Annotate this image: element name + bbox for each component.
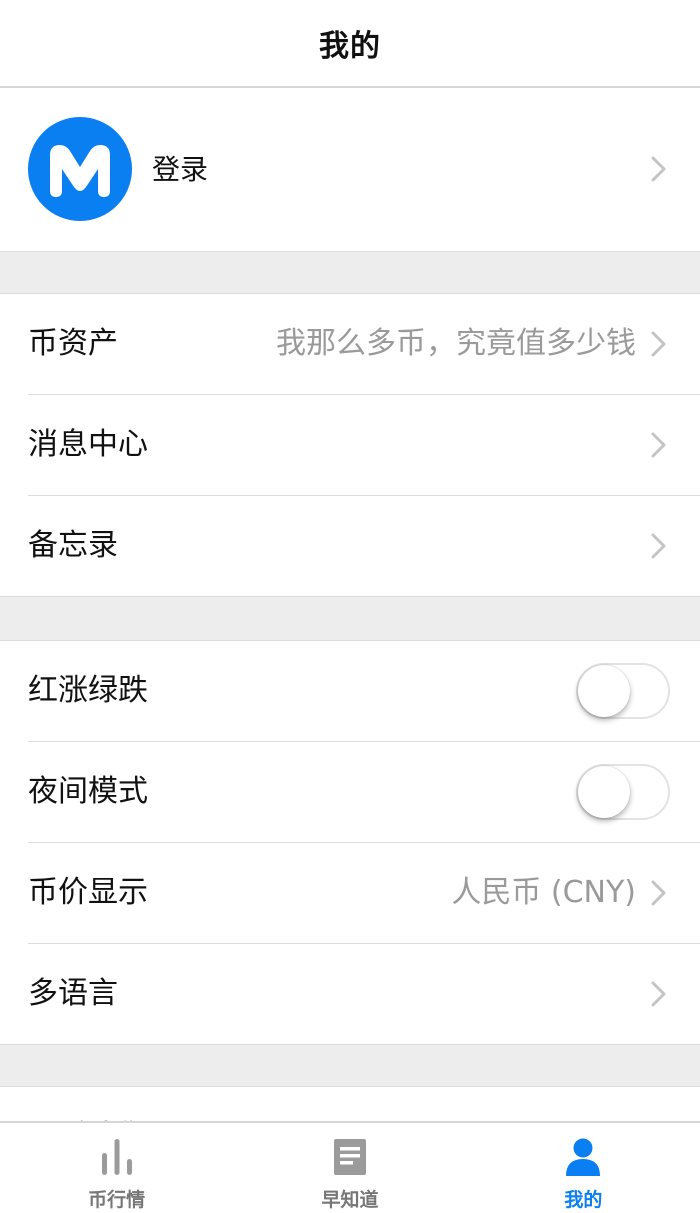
price-display-value: 人民币 (CNY) <box>451 875 636 910</box>
chevron-right-icon <box>651 533 666 558</box>
coin-assets-value: 我那么多币，究竟值多少钱 <box>276 326 636 361</box>
section-separator <box>0 252 700 294</box>
document-icon <box>333 1139 366 1175</box>
chevron-right-icon <box>651 432 666 457</box>
page-title: 我的 <box>319 29 381 64</box>
red-up-green-down-label: 红涨绿跌 <box>28 673 148 708</box>
toggle-knob <box>578 766 630 818</box>
night-mode-label: 夜间模式 <box>28 774 148 809</box>
chevron-right-icon <box>651 880 666 905</box>
tab-market-label: 币行情 <box>88 1189 146 1211</box>
nav-header: 我的 <box>0 0 700 88</box>
contact-us-row[interactable]: 联系我们 <box>0 1087 700 1121</box>
tab-market[interactable]: 币行情 <box>0 1123 233 1213</box>
coin-assets-label: 币资产 <box>28 326 118 361</box>
tab-news-label: 早知道 <box>321 1189 379 1211</box>
memo-row[interactable]: 备忘录 <box>0 496 700 597</box>
contact-us-label: 联系我们 <box>28 1087 148 1121</box>
profile-login-row[interactable]: 登录 <box>0 88 700 252</box>
price-display-row[interactable]: 币价显示 人民币 (CNY) <box>0 843 700 944</box>
section-separator <box>0 1045 700 1087</box>
bottom-tab-bar: 币行情 早知道 我的 <box>0 1121 700 1213</box>
chevron-right-icon <box>651 331 666 356</box>
section-separator <box>0 597 700 641</box>
person-icon <box>566 1138 601 1176</box>
message-center-row[interactable]: 消息中心 <box>0 395 700 496</box>
coin-assets-row[interactable]: 币资产 我那么多币，究竟值多少钱 <box>0 294 700 395</box>
chevron-right-icon <box>651 981 666 1006</box>
settings-content[interactable]: 登录 币资产 我那么多币，究竟值多少钱 消息中心 备忘录 红涨绿跌 夜间模式 币… <box>0 88 700 1121</box>
night-mode-row: 夜间模式 <box>0 742 700 843</box>
red-up-green-down-toggle[interactable] <box>576 663 670 719</box>
m-logo-icon <box>50 145 110 197</box>
language-row[interactable]: 多语言 <box>0 944 700 1045</box>
memo-label: 备忘录 <box>28 528 118 563</box>
app-logo-avatar <box>28 117 132 221</box>
tab-mine-label: 我的 <box>564 1189 603 1211</box>
chevron-right-icon <box>651 156 666 181</box>
bar-chart-icon <box>101 1139 132 1175</box>
message-center-label: 消息中心 <box>28 427 148 462</box>
login-label: 登录 <box>152 153 209 186</box>
tab-mine[interactable]: 我的 <box>467 1123 700 1213</box>
toggle-knob <box>578 665 630 717</box>
price-display-label: 币价显示 <box>28 875 148 910</box>
language-label: 多语言 <box>28 976 118 1011</box>
night-mode-toggle[interactable] <box>576 764 670 820</box>
red-up-green-down-row: 红涨绿跌 <box>0 641 700 742</box>
tab-news[interactable]: 早知道 <box>233 1123 466 1213</box>
